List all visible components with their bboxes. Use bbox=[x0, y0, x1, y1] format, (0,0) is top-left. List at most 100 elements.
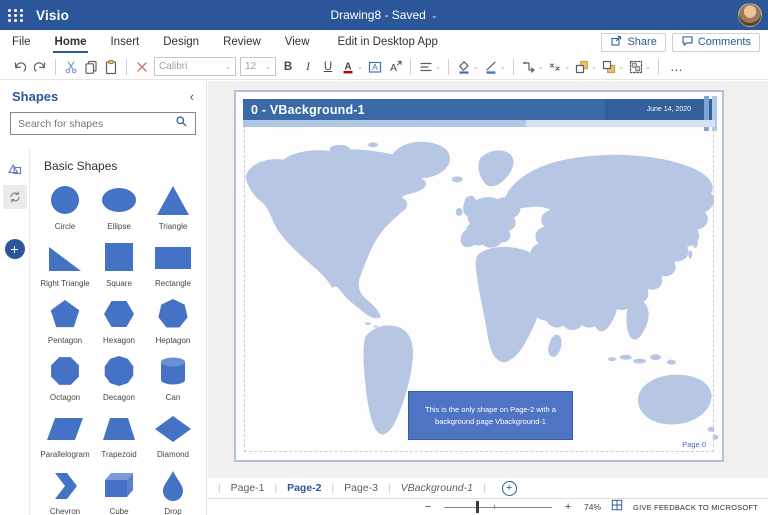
zoom-slider-handle[interactable] bbox=[476, 501, 480, 513]
shape-ellipse[interactable]: Ellipse bbox=[92, 177, 146, 234]
avatar[interactable] bbox=[738, 3, 762, 27]
align-button[interactable]: ⌄ bbox=[416, 57, 443, 77]
clear-formatting-button[interactable]: A bbox=[385, 57, 405, 77]
undo-button[interactable] bbox=[10, 57, 30, 77]
shape-label: Drop bbox=[164, 507, 182, 515]
search-icon[interactable] bbox=[175, 115, 188, 133]
toolbar-divider bbox=[657, 58, 659, 75]
shape-cube[interactable]: Cube bbox=[92, 462, 146, 515]
connection-points-button[interactable]: ⌄ bbox=[545, 57, 572, 77]
shape-circle[interactable]: Circle bbox=[38, 177, 92, 234]
send-backward-button[interactable]: ⌄ bbox=[599, 57, 626, 77]
shape-label: Right Triangle bbox=[40, 279, 90, 288]
shape-label: Circle bbox=[54, 222, 76, 231]
basic-shapes-stencil-icon[interactable] bbox=[3, 155, 27, 179]
shape-label: Decagon bbox=[102, 393, 136, 402]
menu-tab-review[interactable]: Review bbox=[211, 30, 273, 54]
shapes-panel-header: Shapes ‹ bbox=[0, 81, 206, 110]
menu-tab-home[interactable]: Home bbox=[43, 30, 99, 54]
add-page-button[interactable]: + bbox=[501, 480, 517, 496]
callout-shape[interactable]: This is the only shape on Page-2 with a … bbox=[408, 391, 573, 440]
give-feedback-link[interactable]: GIVE FEEDBACK TO MICROSOFT bbox=[633, 503, 758, 512]
bold-button[interactable]: B bbox=[278, 57, 298, 77]
shape-drop[interactable]: Drop bbox=[146, 462, 200, 515]
fill-color-button[interactable]: ⌄ bbox=[454, 57, 481, 77]
background-title-band[interactable]: 0 - VBackground-1 June 14, 2020 bbox=[243, 99, 715, 120]
shape-pentagon[interactable]: Pentagon bbox=[38, 291, 92, 348]
shape-label: Square bbox=[106, 279, 132, 288]
shape-diamond[interactable]: Diamond bbox=[146, 405, 200, 462]
menu-tab-design[interactable]: Design bbox=[151, 30, 211, 54]
drawing-page[interactable]: 0 - VBackground-1 June 14, 2020 This is … bbox=[234, 90, 724, 462]
shape-label: Parallelogram bbox=[40, 450, 90, 459]
collapse-panel-icon[interactable]: ‹ bbox=[190, 90, 194, 103]
share-button[interactable]: Share bbox=[601, 32, 666, 52]
font-size-select[interactable]: 12 ⌄ bbox=[240, 57, 276, 76]
shape-octagon[interactable]: Octagon bbox=[38, 348, 92, 405]
page-tabs-bar: | Page-1 | Page-2 | Page-3 | VBackground-1 | + bbox=[208, 478, 768, 498]
page-tab-page-2[interactable]: Page-2 bbox=[277, 478, 331, 498]
shape-hexagon[interactable]: Hexagon bbox=[92, 291, 146, 348]
svg-text:A: A bbox=[390, 62, 397, 74]
page-tab-page-3[interactable]: Page-3 bbox=[334, 478, 388, 498]
shape-square[interactable]: Square bbox=[92, 234, 146, 291]
zoom-in-button[interactable]: + bbox=[562, 501, 574, 513]
cut-button[interactable] bbox=[61, 57, 81, 77]
shapes-panel-title: Shapes bbox=[12, 89, 59, 104]
shape-rectangle[interactable]: Rectangle bbox=[146, 234, 200, 291]
shape-parallelogram[interactable]: Parallelogram bbox=[38, 405, 92, 462]
more-button[interactable]: … bbox=[664, 57, 686, 77]
shape-label: Pentagon bbox=[47, 336, 83, 345]
bring-forward-button[interactable]: ⌄ bbox=[572, 57, 599, 77]
shape-heptagon[interactable]: Heptagon bbox=[146, 291, 200, 348]
toolbar-divider bbox=[126, 58, 127, 75]
drawing-canvas[interactable]: 0 - VBackground-1 June 14, 2020 This is … bbox=[208, 81, 768, 478]
shape-decagon[interactable]: Decagon bbox=[92, 348, 146, 405]
page-tab-vbackground-1[interactable]: VBackground-1 bbox=[391, 478, 483, 498]
shape-right-triangle[interactable]: Right Triangle bbox=[38, 234, 92, 291]
shape-grid: Circle Ellipse Triangle Right Triangle Squar… bbox=[30, 175, 206, 515]
app-launcher-icon[interactable] bbox=[0, 0, 32, 30]
add-stencil-button[interactable]: + bbox=[4, 239, 25, 259]
menu-tab-view[interactable]: View bbox=[273, 30, 322, 54]
shape-can[interactable]: Can bbox=[146, 348, 200, 405]
redo-button[interactable] bbox=[30, 57, 50, 77]
connector-button[interactable]: ⌄ bbox=[519, 57, 546, 77]
underline-button[interactable]: U bbox=[318, 57, 338, 77]
shape-label: Trapezoid bbox=[101, 450, 137, 459]
shapes-panel: Shapes ‹ Search for shapes + Basic Shape… bbox=[0, 81, 207, 515]
zoom-out-button[interactable]: − bbox=[422, 501, 434, 513]
menu-tab-file[interactable]: File bbox=[0, 30, 43, 54]
group-button[interactable]: ⌄ bbox=[626, 57, 653, 77]
toolbar-divider bbox=[409, 58, 411, 75]
shapes-panel-body: + Basic Shapes Circle Ellipse Triangle Righ… bbox=[0, 147, 206, 515]
shapes-search-input[interactable]: Search for shapes bbox=[10, 112, 196, 135]
document-title[interactable]: Drawing8 - Saved ⌄ bbox=[330, 8, 437, 22]
shape-label: Heptagon bbox=[155, 336, 191, 345]
visio-web-app: Visio Drawing8 - Saved ⌄ File Home Insert D… bbox=[0, 0, 768, 515]
page-tab-page-1[interactable]: Page-1 bbox=[221, 478, 275, 498]
edit-in-desktop-link[interactable]: Edit in Desktop App bbox=[338, 36, 438, 48]
comments-button[interactable]: Comments bbox=[671, 32, 760, 52]
italic-button[interactable]: I bbox=[298, 57, 318, 77]
stencil-section-title: Basic Shapes bbox=[44, 159, 118, 173]
font-color-button[interactable]: A ⌄ bbox=[338, 57, 365, 77]
date-block: June 14, 2020 bbox=[605, 99, 715, 120]
chevron-down-icon: ⌄ bbox=[430, 10, 438, 20]
zoom-level-label[interactable]: 74% bbox=[584, 502, 601, 512]
menu-tab-insert[interactable]: Insert bbox=[98, 30, 151, 54]
text-box-button[interactable]: A bbox=[365, 57, 385, 77]
comments-label: Comments bbox=[697, 36, 751, 48]
cycle-shapes-stencil-icon[interactable] bbox=[2, 185, 27, 209]
paste-button[interactable] bbox=[101, 57, 121, 77]
shape-trapezoid[interactable]: Trapezoid bbox=[92, 405, 146, 462]
shape-triangle[interactable]: Triangle bbox=[146, 177, 200, 234]
delete-button[interactable] bbox=[132, 57, 152, 77]
copy-button[interactable] bbox=[81, 57, 101, 77]
zoom-slider[interactable] bbox=[444, 501, 553, 513]
font-family-select[interactable]: Calibri ⌄ bbox=[154, 57, 236, 76]
shape-chevron[interactable]: Chevron bbox=[38, 462, 92, 515]
line-color-button[interactable]: ⌄ bbox=[481, 57, 508, 77]
fit-page-to-window-icon[interactable] bbox=[611, 498, 623, 515]
background-sub-band bbox=[243, 120, 715, 127]
